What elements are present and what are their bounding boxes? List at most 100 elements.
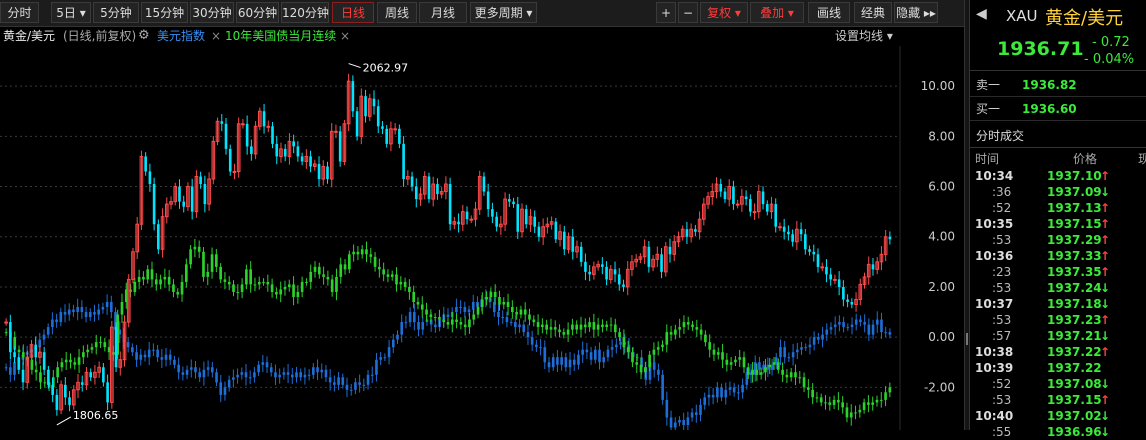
- usd-index-candle: [501, 317, 505, 319]
- gold-candle: [398, 128, 401, 144]
- us10y-candle: [867, 402, 870, 405]
- us10y-candle: [300, 281, 304, 292]
- main-symbol-label: 黄金/美元: [3, 29, 56, 43]
- gold-candle: [9, 322, 12, 353]
- arrow-down-icon: ↓: [1100, 185, 1111, 199]
- gold-candle: [21, 369, 25, 383]
- us10y-candle: [845, 407, 849, 418]
- gold-candle: [829, 274, 832, 280]
- us10y-candle: [103, 342, 107, 348]
- usd-index-candle: [152, 349, 155, 351]
- us10y-candle: [82, 352, 85, 358]
- usd-index-candle: [160, 357, 164, 360]
- us10y-candle: [811, 389, 814, 398]
- toolbar-tool-button[interactable]: +: [656, 2, 676, 23]
- gold-candle: [262, 111, 266, 127]
- period-button[interactable]: 5分钟: [93, 2, 139, 23]
- usd-index-candle: [9, 367, 12, 375]
- us10y-candle: [412, 291, 416, 302]
- us10y-candle: [802, 377, 806, 388]
- usd-index-candle: [358, 382, 361, 385]
- toolbar-tool-button[interactable]: −: [678, 2, 698, 23]
- period-button[interactable]: 月线: [419, 2, 467, 23]
- gold-candle: [427, 176, 431, 200]
- us10y-candle: [137, 276, 141, 282]
- period-button[interactable]: 5日 ▾: [51, 2, 91, 23]
- usd-index-candle: [59, 312, 63, 323]
- trade-row: :52 1937.13 ↑: [970, 200, 1146, 216]
- trade-time: 10:36: [975, 249, 1014, 263]
- period-button[interactable]: 120分钟: [281, 2, 329, 23]
- gold-candle: [685, 229, 689, 237]
- trade-price: 1937.35: [1047, 265, 1102, 279]
- toolbar-tool-button[interactable]: 隐藏 ▸▸: [894, 2, 938, 23]
- usd-index-candle: [568, 359, 572, 368]
- us10y-candle: [227, 281, 231, 285]
- gold-candle: [157, 224, 160, 250]
- us10y-candle: [167, 276, 171, 285]
- gold-candle: [385, 128, 388, 144]
- us10y-candle: [313, 266, 317, 272]
- us10y-candle: [837, 399, 840, 403]
- gold-candle: [533, 216, 536, 227]
- period-button[interactable]: 15分钟: [141, 2, 188, 23]
- toolbar-tool-button[interactable]: 经典: [854, 2, 892, 23]
- usd-index-candle: [366, 374, 370, 385]
- usd-index-candle: [619, 342, 622, 345]
- toolbar-tool-button[interactable]: 画线: [808, 2, 850, 23]
- us10y-candle: [807, 387, 810, 390]
- us10y-candle: [399, 281, 403, 285]
- gold-candle: [837, 279, 841, 287]
- gold-candle: [317, 163, 321, 180]
- remove-overlay-us10y-close-icon[interactable]: ×: [340, 26, 350, 46]
- period-button[interactable]: 日线: [332, 2, 374, 23]
- candlestick-chart[interactable]: 10.00 8.00 6.00 4.00 2.00 0.00 -2.00 2062.97 180…: [0, 46, 964, 430]
- us10y-candle: [541, 324, 544, 328]
- us10y-candle: [515, 312, 518, 315]
- us10y-candle: [90, 347, 94, 350]
- trade-time: :52: [992, 201, 1012, 215]
- trade-row: 10:38 1937.22 ↑: [970, 344, 1146, 360]
- toolbar-tool-button[interactable]: 复权 ▾: [700, 2, 748, 23]
- us10y-candle: [785, 374, 789, 378]
- us10y-candle: [154, 279, 158, 285]
- gold-candle: [579, 246, 583, 262]
- back-chevron-icon[interactable]: ◀: [976, 6, 987, 22]
- usd-index-candle: [606, 349, 610, 358]
- usd-index-candle: [880, 319, 883, 333]
- gold-candle: [250, 146, 253, 154]
- gold-candle: [402, 143, 405, 180]
- trade-time: :52: [992, 377, 1012, 391]
- gold-candle: [182, 201, 186, 207]
- us10y-candle: [639, 364, 643, 373]
- us10y-candle: [56, 367, 59, 378]
- trades-title: 分时成交: [970, 125, 1146, 148]
- high-pointer: [348, 63, 361, 69]
- trade-price: 1937.15: [1047, 393, 1102, 407]
- period-button[interactable]: 30分钟: [190, 2, 234, 23]
- usd-index-candle: [341, 377, 345, 385]
- us10y-candle: [450, 319, 454, 325]
- period-button[interactable]: 分时: [0, 2, 39, 23]
- last-price: 1936.71: [997, 38, 1084, 60]
- usd-index-candle: [236, 374, 239, 378]
- us10y-candle: [819, 397, 823, 403]
- us10y-candle: [862, 402, 866, 410]
- remove-overlay-usd-index-close-icon[interactable]: ×: [211, 26, 221, 46]
- price-change-pct: - 0.04%: [1084, 52, 1135, 67]
- high-price-label: 2062.97: [363, 62, 409, 75]
- gold-candle: [13, 352, 16, 358]
- ma-settings-dropdown[interactable]: 设置均线 ▾: [835, 26, 893, 46]
- us10y-candle: [180, 281, 184, 295]
- gold-candle: [732, 186, 735, 205]
- period-button[interactable]: 周线: [377, 2, 417, 23]
- gear-icon[interactable]: ⚙: [138, 26, 150, 46]
- period-button[interactable]: 60分钟: [236, 2, 279, 23]
- period-button[interactable]: 更多周期 ▾: [470, 2, 537, 23]
- us10y-candle: [292, 284, 295, 297]
- usd-index-candle: [80, 307, 84, 313]
- gold-candle: [787, 231, 790, 235]
- usd-index-candle: [51, 319, 54, 328]
- toolbar-tool-button[interactable]: 叠加 ▾: [750, 2, 804, 23]
- usd-index-candle: [779, 347, 782, 358]
